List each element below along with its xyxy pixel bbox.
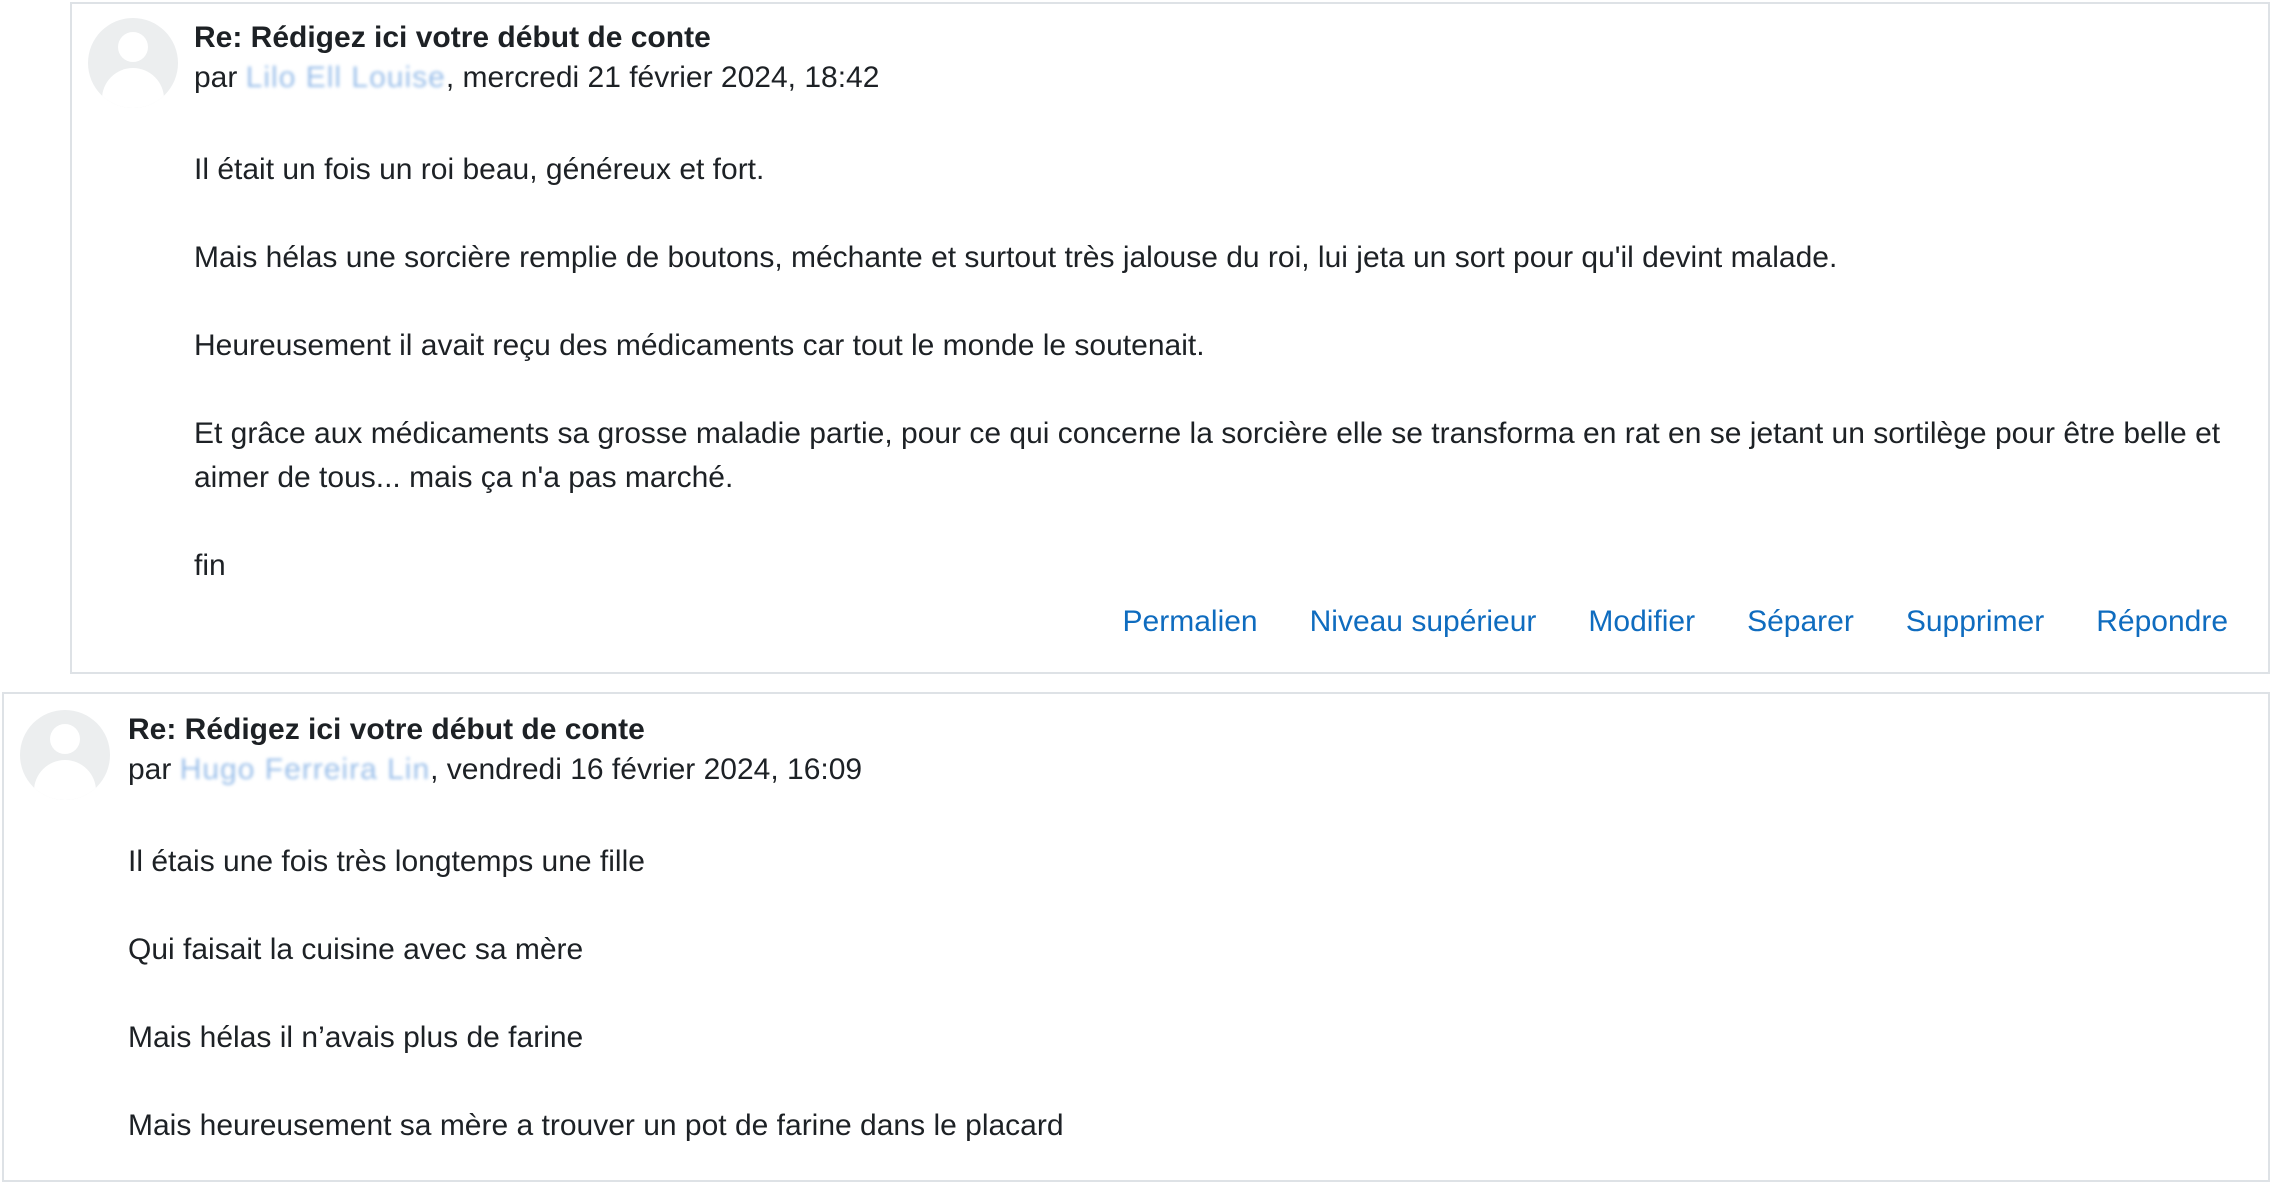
- reply-link[interactable]: Répondre: [2096, 602, 2228, 642]
- paragraph: Mais hélas une sorcière remplie de bouto…: [194, 241, 1838, 274]
- paragraph: Mais heureusement sa mère a trouver un p…: [128, 1109, 1064, 1142]
- permalink-link[interactable]: Permalien: [1123, 602, 1258, 642]
- post-meta: par Hugo Ferreira Lin, vendredi 16 févri…: [128, 750, 862, 790]
- forum-post-reply: Re: Rédigez ici votre début de conte par…: [70, 2, 2270, 674]
- paragraph: Il était un fois un roi beau, généreux e…: [194, 153, 765, 186]
- paragraph: Mais hélas il n’avais plus de farine: [128, 1021, 584, 1054]
- delete-link[interactable]: Supprimer: [1906, 602, 2044, 642]
- post-title: Re: Rédigez ici votre début de conte: [128, 713, 645, 746]
- paragraph: Il étais une fois très longtemps une fil…: [128, 845, 645, 878]
- forum-post: Re: Rédigez ici votre début de conte par…: [2, 692, 2270, 1182]
- avatar[interactable]: [88, 18, 178, 108]
- avatar[interactable]: [20, 710, 110, 800]
- post-header: Re: Rédigez ici votre début de conte par…: [194, 18, 879, 98]
- split-link[interactable]: Séparer: [1747, 602, 1854, 642]
- post-header: Re: Rédigez ici votre début de conte par…: [128, 710, 862, 790]
- paragraph: Qui faisait la cuisine avec sa mère: [128, 933, 584, 966]
- paragraph: Heureusement il avait reçu des médicamen…: [194, 329, 1205, 362]
- post-actions: Permalien Niveau supérieur Modifier Sépa…: [1123, 602, 2228, 642]
- paragraph: Et grâce aux médicaments sa grosse malad…: [194, 417, 2221, 494]
- post-date: , vendredi 16 février 2024, 16:09: [430, 753, 863, 786]
- by-prefix: par: [128, 753, 172, 786]
- post-meta: par Lilo Ell Louise, mercredi 21 février…: [194, 58, 879, 98]
- post-content: Il étais une fois très longtemps une fil…: [128, 840, 2228, 1192]
- author-link[interactable]: Hugo Ferreira Lin: [180, 750, 430, 790]
- paragraph: fin: [194, 549, 226, 582]
- edit-link[interactable]: Modifier: [1588, 602, 1695, 642]
- post-date: , mercredi 21 février 2024, 18:42: [445, 61, 880, 94]
- by-prefix: par: [194, 61, 238, 94]
- post-title: Re: Rédigez ici votre début de conte: [194, 21, 711, 54]
- parent-link[interactable]: Niveau supérieur: [1310, 602, 1537, 642]
- author-link[interactable]: Lilo Ell Louise: [246, 58, 446, 98]
- post-content: Il était un fois un roi beau, généreux e…: [194, 148, 2244, 632]
